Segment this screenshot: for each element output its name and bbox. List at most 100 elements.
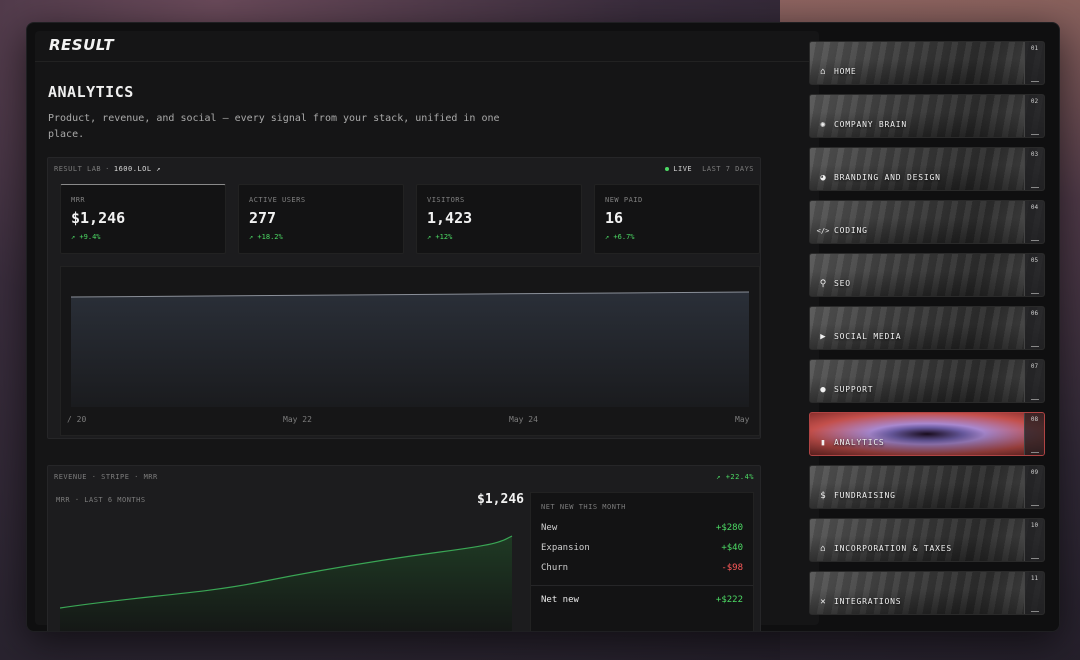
sidebar-item-label: INCORPORATION & TAXES — [834, 544, 952, 553]
stat-value: 1,423 — [427, 209, 473, 227]
stat-card-active-users[interactable]: ACTIVE USERS 277 ↗ +18.2% — [238, 184, 404, 254]
sidebar-item-company-brain[interactable]: ✺ COMPANY BRAIN 02 — [809, 94, 1045, 138]
dollar-icon: $ — [820, 491, 826, 501]
main-content: RESULT ANALYTICS Product, revenue, and s… — [35, 31, 819, 631]
bank-icon: ⌂ — [820, 544, 826, 554]
sidebar-item-incorporation[interactable]: ⌂ INCORPORATION & TAXES 10 — [809, 518, 1045, 562]
sidebar-item-number: 03 — [1024, 148, 1044, 190]
sidebar-item-branding[interactable]: ◕ BRANDING AND DESIGN 03 — [809, 147, 1045, 191]
sidebar-item-seo[interactable]: ⚲ SEO 05 — [809, 253, 1045, 297]
net-row-total: Net new +$222 — [541, 595, 743, 605]
item-number: 10 — [1030, 522, 1039, 529]
sidebar-item-label: INTEGRATIONS — [834, 597, 902, 606]
stat-delta: ↗ +18.2% — [249, 233, 283, 241]
sidebar-item-label: BRANDING AND DESIGN — [834, 173, 941, 182]
net-total-value: +$222 — [715, 595, 743, 605]
sidebar-item-number: 01 — [1024, 42, 1044, 84]
plug-icon: ✕ — [820, 597, 826, 607]
net-row-value: +$280 — [715, 523, 743, 533]
app-logo[interactable]: RESULT — [49, 36, 114, 54]
item-number: 02 — [1030, 98, 1039, 105]
sidebar-item-number: 02 — [1024, 95, 1044, 137]
item-number: 08 — [1030, 416, 1039, 423]
sidebar-item-number: 05 — [1024, 254, 1044, 296]
revenue-panel-header: REVENUE · STRIPE · MRR ↗ +22.4% — [54, 471, 754, 483]
stat-label: ACTIVE USERS — [249, 196, 306, 204]
revenue-subheader: MRR · LAST 6 MONTHS — [56, 496, 146, 504]
sidebar-item-fundraising[interactable]: $ FUNDRAISING 09 — [809, 465, 1045, 509]
page-title: ANALYTICS — [48, 83, 134, 101]
stat-card-visitors[interactable]: VISITORS 1,423 ↗ +12% — [416, 184, 582, 254]
sidebar-item-label: ANALYTICS — [834, 438, 885, 447]
sidebar-item-number: 06 — [1024, 307, 1044, 349]
sidebar-item-number: 11 — [1024, 572, 1044, 614]
net-divider — [531, 585, 753, 586]
item-number: 11 — [1030, 575, 1039, 582]
sidebar-item-number: 10 — [1024, 519, 1044, 561]
sidebar-item-number: 08 — [1024, 413, 1044, 455]
revenue-line-chart[interactable] — [59, 516, 522, 631]
sidebar-item-label: SOCIAL MEDIA — [834, 332, 902, 341]
stat-delta: ↗ +12% — [427, 233, 453, 241]
sidebar-item-integrations[interactable]: ✕ INTEGRATIONS 11 — [809, 571, 1045, 615]
net-row-value: +$40 — [721, 543, 743, 553]
home-icon: ⌂ — [820, 67, 826, 77]
sidebar-item-label: SEO — [834, 279, 851, 288]
net-row-value: -$98 — [721, 563, 743, 573]
overview-panel: RESULT LAB · 1600.LOL ↗ LIVE LAST 7 DAYS… — [47, 157, 761, 439]
net-row-expansion: Expansion +$40 — [541, 543, 743, 553]
sidebar-item-label: COMPANY BRAIN — [834, 120, 908, 129]
net-row-new: New +$280 — [541, 523, 743, 533]
revenue-chart-svg — [59, 535, 513, 631]
stat-delta: ↗ +9.4% — [71, 233, 101, 241]
stat-label: NEW PAID — [605, 196, 643, 204]
area-fill — [71, 292, 749, 407]
search-icon: ⚲ — [819, 279, 827, 289]
app-window: RESULT ANALYTICS Product, revenue, and s… — [26, 22, 1060, 632]
sidebar-item-analytics[interactable]: ▮ ANALYTICS 08 — [809, 412, 1045, 456]
overview-panel-header: RESULT LAB · 1600.LOL ↗ LIVE LAST 7 DAYS — [54, 163, 754, 175]
bar-chart-icon: ▮ — [820, 438, 826, 448]
stat-card-new-paid[interactable]: NEW PAID 16 ↗ +6.7% — [594, 184, 760, 254]
source-link[interactable]: 1600.LOL ↗ — [114, 165, 161, 173]
revenue-panel: REVENUE · STRIPE · MRR ↗ +22.4% MRR · LA… — [47, 465, 761, 631]
item-number: 03 — [1030, 151, 1039, 158]
chat-icon: ● — [820, 385, 826, 395]
net-new-title: NET NEW THIS MONTH — [541, 503, 626, 511]
net-row-label: New — [541, 523, 558, 533]
sidebar-item-support[interactable]: ● SUPPORT 07 — [809, 359, 1045, 403]
item-number: 05 — [1030, 257, 1039, 264]
range-label[interactable]: LAST 7 DAYS — [702, 165, 754, 173]
palette-icon: ◕ — [820, 173, 826, 183]
mrr-area-chart[interactable]: / 20 May 22 May 24 May — [60, 266, 760, 436]
sidebar-item-number: 04 — [1024, 201, 1044, 243]
stat-value: 16 — [605, 209, 624, 227]
sidebar-item-number: 07 — [1024, 360, 1044, 402]
sidebar-item-label: SUPPORT — [834, 385, 874, 394]
net-row-label: Churn — [541, 563, 569, 573]
net-new-box: NET NEW THIS MONTH New +$280 Expansion +… — [530, 492, 754, 631]
net-row-label: Expansion — [541, 543, 590, 553]
code-icon: </> — [816, 227, 830, 235]
revenue-area-fill — [60, 536, 512, 631]
stat-label: MRR — [71, 196, 86, 204]
topbar-divider — [35, 61, 819, 62]
sidebar-item-social-media[interactable]: ▶ SOCIAL MEDIA 06 — [809, 306, 1045, 350]
stat-delta: ↗ +6.7% — [605, 233, 635, 241]
stat-value: $1,246 — [71, 209, 126, 227]
area-chart-svg — [70, 291, 750, 407]
sidebar-item-coding[interactable]: </> CODING 04 — [809, 200, 1045, 244]
sidebar-item-number: 09 — [1024, 466, 1044, 508]
live-label: LIVE — [673, 165, 693, 173]
item-number: 04 — [1030, 204, 1039, 211]
revenue-header-delta: ↗ +22.4% — [716, 473, 754, 481]
stat-label: VISITORS — [427, 196, 465, 204]
megaphone-icon: ▶ — [820, 332, 826, 342]
stat-card-mrr[interactable]: MRR $1,246 ↗ +9.4% — [60, 184, 226, 254]
net-row-churn: Churn -$98 — [541, 563, 743, 573]
item-number: 01 — [1030, 45, 1039, 52]
source-label: RESULT LAB — [54, 165, 102, 173]
item-number: 09 — [1030, 469, 1039, 476]
sidebar-item-home[interactable]: ⌂ HOME 01 — [809, 41, 1045, 85]
status-group: LIVE LAST 7 DAYS — [665, 165, 754, 173]
